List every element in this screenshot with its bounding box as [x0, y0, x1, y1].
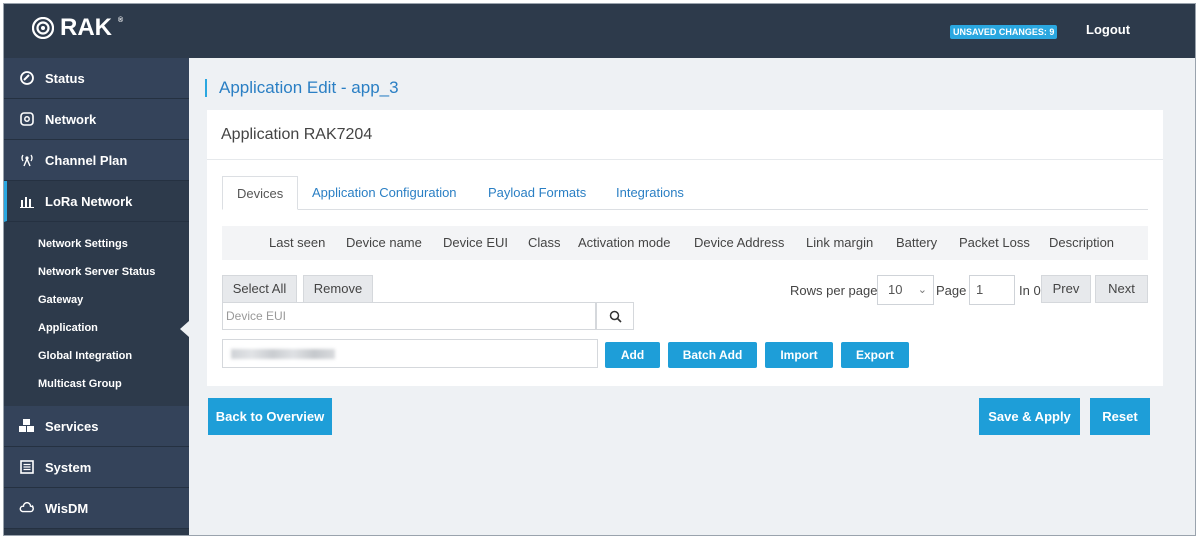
status-icon [19, 70, 35, 86]
tab-application-configuration[interactable]: Application Configuration [312, 176, 457, 210]
sidebar-item-label: WisDM [45, 500, 89, 516]
sidebar-subitem-application[interactable]: Application [4, 314, 189, 342]
device-eui-search-input[interactable]: Device EUI [222, 302, 596, 330]
rak-logo-icon [32, 17, 54, 39]
sidebar-item-system[interactable]: System [4, 447, 189, 488]
lora-network-submenu: Network Settings Network Server Status G… [4, 222, 189, 406]
column-header[interactable]: Device EUI [443, 226, 508, 260]
sidebar-item-services[interactable]: Services [4, 406, 189, 447]
app-window: RAK ® UNSAVED CHANGES: 9 Logout Status Ne… [3, 3, 1196, 536]
unsaved-changes-badge[interactable]: UNSAVED CHANGES: 9 [950, 25, 1058, 39]
page-number-value: 1 [976, 282, 984, 297]
export-button[interactable]: Export [841, 342, 909, 368]
tab-bar: Devices Application Configuration Payloa… [222, 176, 1148, 210]
page-label: Page [936, 283, 967, 298]
top-bar: RAK ® UNSAVED CHANGES: 9 Logout [4, 4, 1195, 58]
add-button[interactable]: Add [605, 342, 660, 368]
search-icon [609, 310, 622, 323]
total-pages-label: In 0 [1019, 283, 1041, 298]
sidebar-subitem-gateway[interactable]: Gateway [4, 286, 189, 314]
brand-name: RAK [60, 14, 112, 41]
column-header[interactable]: Class [528, 226, 561, 260]
column-header[interactable]: Packet Loss [959, 226, 1030, 260]
application-card: Application RAK7204 Devices Application … [207, 110, 1163, 386]
sidebar-subitem-network-settings[interactable]: Network Settings [4, 230, 189, 258]
card-title: Application RAK7204 [207, 110, 1163, 160]
services-icon [19, 418, 35, 434]
column-header[interactable]: Last seen [269, 226, 325, 260]
column-header[interactable]: Device Address [694, 226, 784, 260]
tab-payload-formats[interactable]: Payload Formats [488, 176, 586, 210]
sidebar-subitem-multicast-group[interactable]: Multicast Group [4, 370, 189, 398]
sidebar: Status Network Channel Plan LoRa Network… [4, 58, 189, 535]
import-button[interactable]: Import [765, 342, 833, 368]
column-header[interactable]: Link margin [806, 226, 873, 260]
search-button[interactable] [596, 302, 634, 330]
devices-table-header: Last seen Device name Device EUI Class A… [222, 226, 1148, 260]
sidebar-item-label: Status [45, 70, 85, 86]
redacted-value [231, 349, 335, 359]
column-header[interactable]: Description [1049, 226, 1114, 260]
sidebar-item-wisdm[interactable]: WisDM [4, 488, 189, 529]
sidebar-item-label: System [45, 459, 92, 475]
back-to-overview-button[interactable]: Back to Overview [208, 398, 332, 435]
save-apply-button[interactable]: Save & Apply [979, 398, 1080, 435]
sidebar-item-label: Services [45, 418, 99, 434]
sidebar-subitem-global-integration[interactable]: Global Integration [4, 342, 189, 370]
bars-icon [19, 193, 35, 209]
next-page-button[interactable]: Next [1095, 275, 1148, 303]
sidebar-item-lora-network[interactable]: LoRa Network [4, 181, 189, 222]
sidebar-item-network[interactable]: Network [4, 99, 189, 140]
column-header[interactable]: Battery [896, 226, 937, 260]
rak-logo: RAK ® [32, 14, 123, 42]
device-eui-add-input[interactable] [222, 339, 598, 368]
sidebar-item-status[interactable]: Status [4, 58, 189, 99]
logout-link[interactable]: Logout [1086, 22, 1130, 37]
sidebar-item-label: Channel Plan [45, 152, 128, 168]
page-number-input[interactable]: 1 [969, 275, 1015, 305]
main-content: Application Edit - app_3 Application RAK… [189, 58, 1195, 535]
batch-add-button[interactable]: Batch Add [668, 342, 757, 368]
system-icon [19, 459, 35, 475]
sidebar-subitem-network-server-status[interactable]: Network Server Status [4, 258, 189, 286]
sidebar-item-channel-plan[interactable]: Channel Plan [4, 140, 189, 181]
column-header[interactable]: Device name [346, 226, 422, 260]
prev-page-button[interactable]: Prev [1041, 275, 1091, 303]
sidebar-item-label: LoRa Network [45, 193, 133, 209]
cloud-icon [19, 500, 35, 516]
rows-per-page-value: 10 [888, 282, 903, 297]
network-icon [19, 111, 35, 127]
sidebar-item-label: Network [45, 111, 97, 127]
page-title: Application Edit - app_3 [205, 79, 399, 97]
rows-per-page-label: Rows per page [790, 283, 878, 298]
antenna-icon [19, 152, 35, 168]
column-header[interactable]: Activation mode [578, 226, 671, 260]
remove-button[interactable]: Remove [303, 275, 373, 303]
reset-button[interactable]: Reset [1090, 398, 1150, 435]
tab-integrations[interactable]: Integrations [616, 176, 684, 210]
brand-registered-mark: ® [118, 16, 124, 24]
tab-devices[interactable]: Devices [222, 176, 299, 210]
chevron-down-icon: ⌄ [917, 284, 927, 296]
select-all-button[interactable]: Select All [222, 275, 297, 303]
rows-per-page-select[interactable]: 10 ⌄ [877, 275, 934, 305]
